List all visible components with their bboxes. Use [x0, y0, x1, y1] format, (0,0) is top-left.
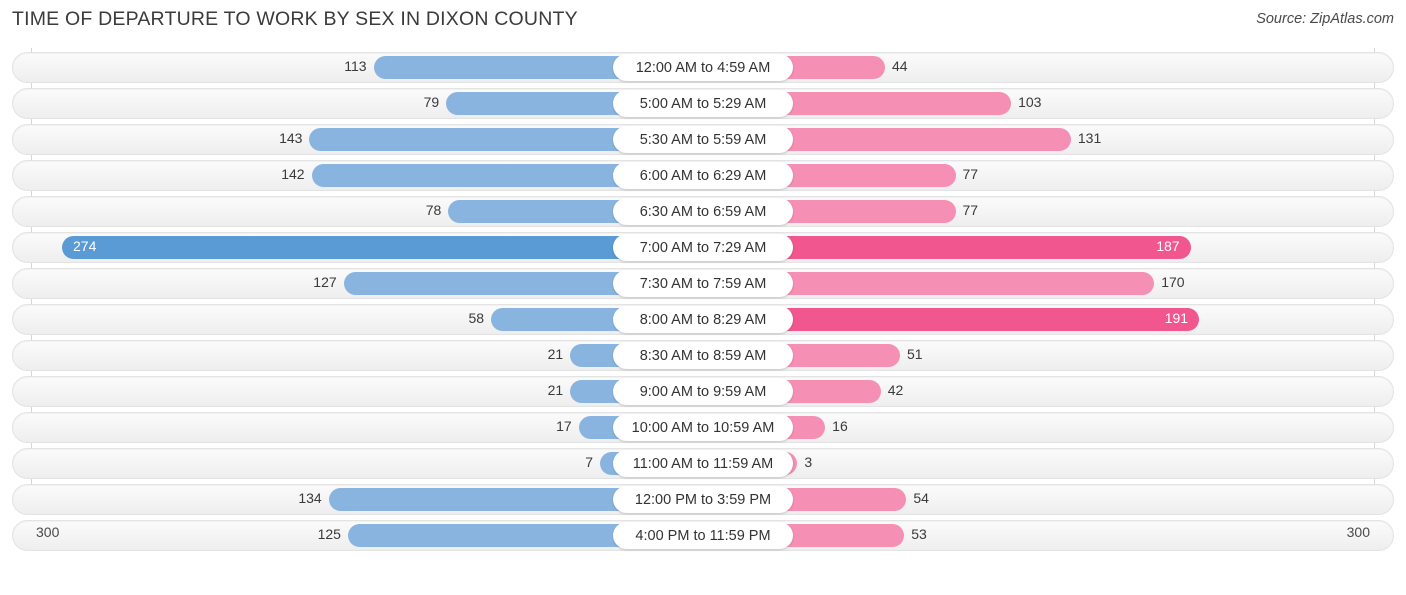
chart-row[interactable]: 79 103 5:00 AM to 5:29 AM — [0, 86, 1406, 122]
value-label-female: 3 — [804, 454, 813, 470]
chart-row[interactable]: 21 51 8:30 AM to 8:59 AM — [0, 338, 1406, 374]
chart-row[interactable]: 21 42 9:00 AM to 9:59 AM — [0, 374, 1406, 410]
value-label-male: 21 — [547, 346, 564, 362]
value-label-male: 58 — [468, 310, 485, 326]
bar-rows-container: 113 44 12:00 AM to 4:59 AM 79 103 5:00 AM to … — [0, 50, 1406, 554]
category-label-pill: 12:00 AM to 4:59 AM — [613, 54, 793, 81]
category-label-pill: 5:00 AM to 5:29 AM — [613, 90, 793, 117]
category-label-pill: 12:00 PM to 3:59 PM — [613, 486, 793, 513]
category-label-pill: 4:00 PM to 11:59 PM — [613, 522, 793, 549]
value-label-male: 113 — [344, 58, 367, 74]
chart-row[interactable]: 143 131 5:30 AM to 5:59 AM — [0, 122, 1406, 158]
chart-row[interactable]: 113 44 12:00 AM to 4:59 AM — [0, 50, 1406, 86]
value-label-male: 17 — [556, 418, 572, 434]
chart-header: TIME OF DEPARTURE TO WORK BY SEX IN DIXO… — [0, 0, 1406, 40]
value-label-female: 170 — [1161, 274, 1185, 290]
category-label-pill: 8:00 AM to 8:29 AM — [613, 306, 793, 333]
value-label-female: 16 — [832, 418, 848, 434]
category-label-pill: 8:30 AM to 8:59 AM — [613, 342, 793, 369]
value-label-female: 77 — [962, 166, 979, 182]
chart-row[interactable]: 127 170 7:30 AM to 7:59 AM — [0, 266, 1406, 302]
value-label-female: 44 — [892, 58, 908, 74]
category-label-pill: 7:00 AM to 7:29 AM — [613, 234, 793, 261]
value-label-male: 143 — [279, 130, 303, 146]
value-label-male: 274 — [73, 238, 97, 254]
value-label-male: 21 — [547, 382, 564, 398]
chart-row[interactable]: 134 54 12:00 PM to 3:59 PM — [0, 482, 1406, 518]
category-label-pill: 6:00 AM to 6:29 AM — [613, 162, 793, 189]
category-label-pill: 10:00 AM to 10:59 AM — [613, 414, 793, 441]
value-label-male: 125 — [317, 526, 341, 542]
chart-row[interactable]: 78 77 6:30 AM to 6:59 AM — [0, 194, 1406, 230]
chart-row[interactable]: 58 191 8:00 AM to 8:29 AM — [0, 302, 1406, 338]
category-label-pill: 5:30 AM to 5:59 AM — [613, 126, 793, 153]
chart-row[interactable]: 274 187 7:00 AM to 7:29 AM — [0, 230, 1406, 266]
value-label-male: 79 — [423, 94, 440, 110]
value-label-male: 142 — [281, 166, 305, 182]
value-label-female: 53 — [911, 526, 927, 542]
value-label-female: 77 — [962, 202, 979, 218]
value-label-male: 134 — [298, 490, 322, 506]
value-label-female: 191 — [1164, 310, 1189, 326]
chart-row[interactable]: 142 77 6:00 AM to 6:29 AM — [0, 158, 1406, 194]
source-attribution: Source: ZipAtlas.com — [1256, 11, 1394, 27]
value-label-female: 54 — [913, 490, 929, 506]
value-label-female: 42 — [887, 382, 904, 398]
chart-row[interactable]: 7 3 11:00 AM to 11:59 AM — [0, 446, 1406, 482]
value-label-male: 78 — [425, 202, 442, 218]
category-label-pill: 9:00 AM to 9:59 AM — [613, 378, 793, 405]
value-label-female: 51 — [906, 346, 923, 362]
value-label-male: 7 — [585, 454, 594, 470]
category-label-pill: 11:00 AM to 11:59 AM — [613, 450, 793, 477]
value-label-male: 127 — [313, 274, 337, 290]
page-title: TIME OF DEPARTURE TO WORK BY SEX IN DIXO… — [12, 8, 578, 30]
chart-row[interactable]: 17 16 10:00 AM to 10:59 AM — [0, 410, 1406, 446]
value-label-female: 103 — [1018, 94, 1042, 110]
chart-plot-area: 113 44 12:00 AM to 4:59 AM 79 103 5:00 AM to … — [0, 44, 1406, 552]
category-label-pill: 7:30 AM to 7:59 AM — [613, 270, 793, 297]
bar-male[interactable] — [62, 236, 703, 259]
category-label-pill: 6:30 AM to 6:59 AM — [613, 198, 793, 225]
value-label-female: 131 — [1077, 130, 1102, 146]
value-label-female: 187 — [1156, 238, 1180, 254]
